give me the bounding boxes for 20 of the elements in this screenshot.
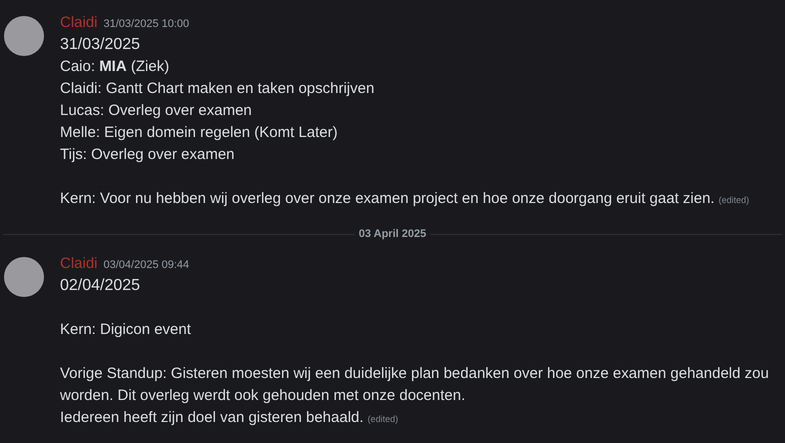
message-text: Tijs: Overleg over examen <box>60 145 236 165</box>
avatar[interactable] <box>4 16 44 56</box>
message-text: Vorige Standup: Gisteren moesten wij een duidelijke plan bedanken over hoe onze examen gehandeld zou worden. Dit overleg werdt ook gehouden met onze docenten. <box>60 364 770 406</box>
edited-label: (edited) <box>368 412 398 426</box>
message-timestamp: 03/04/2025 09:44 <box>104 258 190 272</box>
date-divider: 03 April 2025 <box>358 227 428 242</box>
avatar[interactable] <box>4 256 44 296</box>
message-text: Kern: Voor nu hebben wij overleg over onze examen project en hoe onze doorgang eruit gaat zien. <box>60 189 715 209</box>
message-text: Lucas: Overleg over examen <box>60 101 253 121</box>
author-name[interactable]: Claidi <box>60 12 98 34</box>
author-name[interactable]: Claidi <box>60 252 98 275</box>
message-timestamp: 31/03/2025 10:00 <box>104 17 190 32</box>
message-text: Kern: Digicon event <box>60 320 192 340</box>
message-text: 31/03/2025 <box>60 35 142 55</box>
message-text: Melle: Eigen domein regelen (Komt Later) <box>60 123 339 143</box>
message-text: Caio: MIA (Ziek) <box>60 57 170 77</box>
message-text: Iedereen heeft zijn doel van gisteren behaald. <box>60 408 364 428</box>
edited-label: (edited) <box>718 194 750 207</box>
message-text: 02/04/2025 <box>60 276 142 296</box>
message-text: Claidi: Gantt Chart maken en taken opschrijven <box>60 79 376 99</box>
